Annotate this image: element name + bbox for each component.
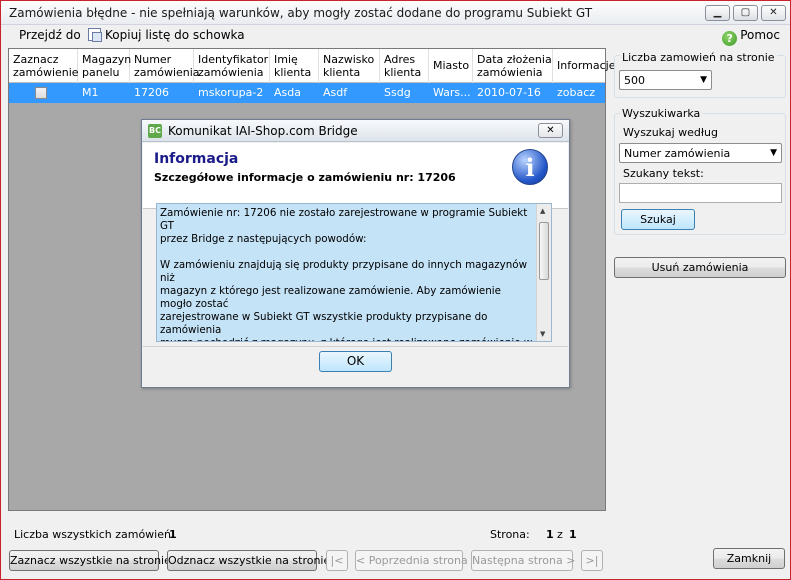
- page-total: 1: [569, 528, 577, 541]
- window-title: Zamówienia błędne - nie spełniają warunk…: [9, 6, 593, 20]
- clipboard-icon: [88, 28, 102, 42]
- total-orders-value: 1: [169, 528, 177, 541]
- page-separator: z: [557, 528, 563, 541]
- dialog-close-button[interactable]: ✕: [538, 123, 563, 138]
- message-text: Zamówienie nr: 17206 nie zostało zarejes…: [160, 207, 532, 341]
- grid-header: Zaznacz zamówienie Magazyn panelu Numer …: [9, 49, 615, 83]
- cell-warehouse: M1: [82, 86, 99, 99]
- dialog-separator: [143, 346, 568, 347]
- dialog-subheading: Szczegółowe informacje o zamówieniu nr: …: [154, 171, 456, 184]
- info-link[interactable]: zobacz: [557, 86, 595, 99]
- close-window-button[interactable]: ✕: [761, 5, 786, 21]
- cell-date: 2010-07-16: [477, 86, 541, 99]
- chevron-down-icon: ▼: [700, 75, 707, 85]
- search-by-value: Numer zamówienia: [624, 147, 731, 160]
- col-last-name[interactable]: Nazwisko klienta: [319, 49, 380, 83]
- cell-order-id: mskorupa-2: [198, 86, 264, 99]
- cell-first-name: Asda: [274, 86, 301, 99]
- search-button[interactable]: Szukaj: [621, 209, 695, 230]
- cell-last-name: Asdf: [323, 86, 348, 99]
- page-current: 1: [546, 528, 554, 541]
- select-all-button[interactable]: Zaznacz wszystkie na stronie: [9, 550, 171, 571]
- info-dialog: BC Komunikat IAI-Shop.com Bridge ✕ Infor…: [141, 119, 570, 388]
- search-by-select[interactable]: Numer zamówienia ▼: [619, 143, 782, 163]
- col-date[interactable]: Data złożenia zamówienia: [473, 49, 553, 83]
- info-icon: i: [512, 149, 548, 185]
- cell-address: Ssdg: [384, 86, 411, 99]
- table-row[interactable]: M1 17206 mskorupa-2 Asda Asdf Ssdg Wars.…: [9, 83, 605, 103]
- close-button[interactable]: Zamknij: [713, 548, 785, 569]
- col-order-number[interactable]: Numer zamówienia: [130, 49, 200, 83]
- col-first-name[interactable]: Imię klienta: [270, 49, 319, 83]
- dialog-title-bar: BC Komunikat IAI-Shop.com Bridge ✕: [142, 120, 569, 142]
- col-order-id[interactable]: Identyfikator zamówienia: [194, 49, 270, 83]
- col-city[interactable]: Miasto: [429, 49, 473, 83]
- minimize-button[interactable]: ▁: [705, 5, 730, 21]
- menu-copy-list[interactable]: Kopiuj listę do schowka: [88, 28, 245, 42]
- scroll-up-icon[interactable]: ▲: [540, 207, 545, 215]
- last-page-button[interactable]: >|: [581, 550, 603, 571]
- ok-button[interactable]: OK: [319, 351, 392, 372]
- search-text-label: Szukany tekst:: [621, 167, 706, 180]
- menu-help[interactable]: ? Pomoc: [722, 28, 780, 46]
- cell-order-number: 17206: [134, 86, 169, 99]
- prev-page-button[interactable]: < Poprzednia strona: [355, 550, 468, 571]
- menu-goto[interactable]: Przejdź do: [19, 28, 81, 42]
- per-page-value: 500: [624, 74, 645, 87]
- menu-copy-label: Kopiuj listę do schowka: [105, 28, 245, 42]
- col-select[interactable]: Zaznacz zamówienie: [9, 49, 79, 83]
- help-icon: ?: [722, 31, 738, 46]
- title-bar: Zamówienia błędne - nie spełniają warunk…: [1, 1, 790, 25]
- app-icon: BC: [148, 124, 162, 138]
- dialog-header: Informacja Szczegółowe informacje o zamó…: [143, 143, 568, 209]
- menu-help-label: Pomoc: [740, 28, 780, 42]
- page-label: Strona:: [490, 528, 530, 541]
- search-group-label: Wyszukiwarka: [620, 107, 703, 120]
- per-page-select[interactable]: 500 ▼: [619, 70, 712, 90]
- next-page-button[interactable]: Następna strona >: [471, 550, 575, 571]
- message-box[interactable]: Zamówienie nr: 17206 nie zostało zarejes…: [156, 203, 552, 342]
- row-select-checkbox[interactable]: [35, 87, 47, 99]
- col-warehouse[interactable]: Magazyn panelu: [78, 49, 131, 83]
- message-scrollbar[interactable]: ▲ ▼: [536, 204, 551, 341]
- total-orders-label: Liczba wszystkich zamówień:: [14, 528, 175, 541]
- main-window: Zamówienia błędne - nie spełniają warunk…: [0, 0, 791, 580]
- col-info[interactable]: Informacje: [553, 49, 615, 83]
- scroll-down-icon[interactable]: ▼: [540, 330, 545, 338]
- deselect-all-button[interactable]: Odznacz wszystkie na stronie: [167, 550, 330, 571]
- menu-bar: Przejdź do Kopiuj listę do schowka ? Pomo…: [1, 25, 790, 47]
- dialog-heading: Informacja: [154, 151, 239, 167]
- scroll-thumb[interactable]: [539, 222, 549, 280]
- col-address[interactable]: Adres klienta: [380, 49, 429, 83]
- search-input[interactable]: [619, 183, 782, 203]
- search-by-label: Wyszukaj według: [621, 126, 720, 139]
- chevron-down-icon: ▼: [770, 148, 777, 158]
- dialog-title: Komunikat IAI-Shop.com Bridge: [168, 124, 358, 138]
- cell-city: Wars...: [433, 86, 471, 99]
- per-page-label: Liczba zamowień na stronie: [620, 51, 777, 64]
- first-page-button[interactable]: |<: [326, 550, 348, 571]
- delete-orders-button[interactable]: Usuń zamówienia: [614, 257, 786, 278]
- maximize-button[interactable]: ▢: [733, 5, 758, 21]
